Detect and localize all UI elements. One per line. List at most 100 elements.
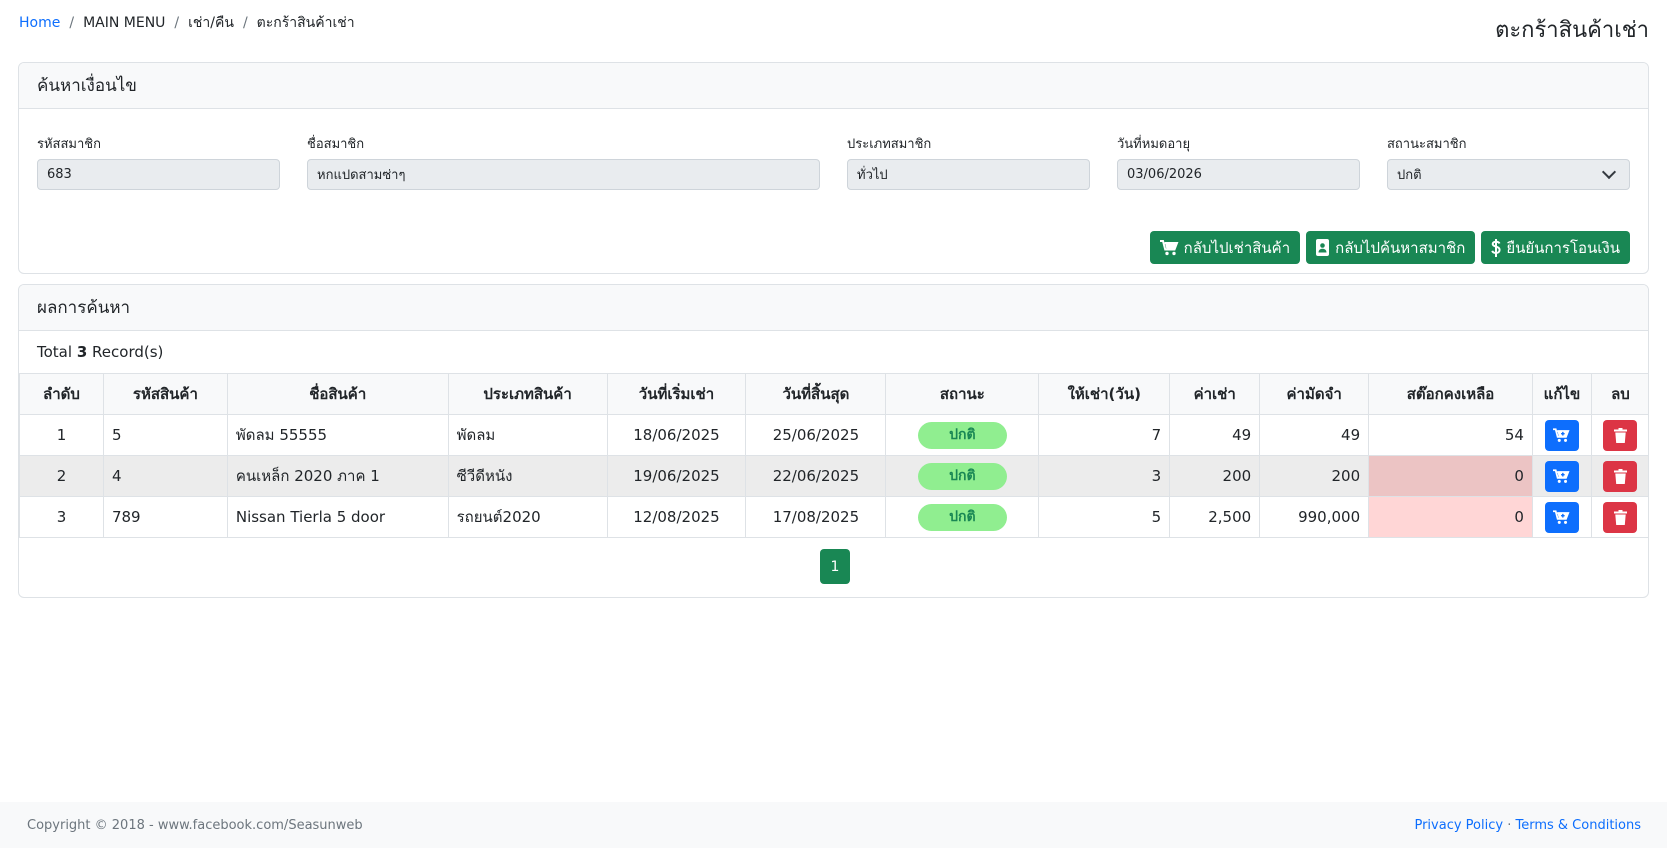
cart-icon bbox=[1159, 239, 1179, 255]
cell-stock: 0 bbox=[1368, 496, 1533, 538]
expiry-date-field[interactable]: 03/06/2026 bbox=[1117, 159, 1360, 190]
breadcrumb-separator: / bbox=[242, 15, 248, 31]
copyright-text: Copyright © 2018 - www.facebook.com/Seas… bbox=[27, 818, 363, 833]
edit-button[interactable] bbox=[1544, 419, 1579, 451]
expiry-date-group: วันที่หมดอายุ 03/06/2026 bbox=[1117, 133, 1360, 190]
column-header: วันที่สิ้นสุด bbox=[745, 373, 887, 415]
edit-button[interactable] bbox=[1544, 501, 1579, 533]
breadcrumb-rent-return[interactable]: เช่า/คืน bbox=[188, 12, 234, 34]
column-header: ประเภทสินค้า bbox=[447, 373, 608, 415]
action-buttons: กลับไปเช่าสินค้า กลับไปค้นหาสมาชิก ยืนยั… bbox=[1149, 231, 1630, 264]
cell-code: 789 bbox=[102, 496, 228, 538]
member-name-field[interactable]: หกแปดสามซ่าๆ bbox=[307, 159, 820, 190]
breadcrumb: Home / MAIN MENU / เช่า/คืน / ตะกร้าสินค… bbox=[19, 12, 355, 34]
page: Home / MAIN MENU / เช่า/คืน / ตะกร้าสินค… bbox=[0, 0, 1667, 848]
cell-status: ปกติ bbox=[885, 496, 1040, 538]
trash-icon bbox=[1613, 427, 1627, 443]
delete-button[interactable] bbox=[1603, 419, 1638, 451]
member-type-group: ประเภทสมาชิก ทั่วไป bbox=[847, 133, 1090, 190]
column-header: ลำดับ bbox=[19, 373, 104, 415]
cell-start-date: 19/06/2025 bbox=[606, 455, 747, 497]
results-card: ผลการค้นหา Total 3 Record(s) ลำดับ รหัสส… bbox=[18, 284, 1649, 598]
cell-code: 5 bbox=[102, 414, 228, 456]
member-type-field[interactable]: ทั่วไป bbox=[847, 159, 1090, 190]
privacy-policy-link[interactable]: Privacy Policy bbox=[1414, 818, 1503, 833]
cell-deposit: 990,000 bbox=[1259, 496, 1370, 538]
member-name-group: ชื่อสมาชิก หกแปดสามซ่าๆ bbox=[307, 133, 820, 190]
confirm-transfer-button[interactable]: ยืนยันการโอนเงิน bbox=[1481, 231, 1630, 264]
status-badge: ปกติ bbox=[917, 462, 1007, 490]
column-header: วันที่เริ่มเช่า bbox=[606, 373, 747, 415]
delete-button[interactable] bbox=[1603, 501, 1638, 533]
cell-rent: 2,500 bbox=[1169, 496, 1261, 538]
expiry-date-label: วันที่หมดอายุ bbox=[1117, 137, 1191, 152]
cart-icon bbox=[1553, 468, 1570, 483]
total-records: Total 3 Record(s) bbox=[37, 343, 163, 361]
member-name-label: ชื่อสมาชิก bbox=[307, 137, 365, 152]
column-header: สต๊อกคงเหลือ bbox=[1368, 373, 1533, 415]
cell-name: พัดลม 55555 bbox=[226, 414, 449, 456]
pagination-page-1[interactable]: 1 bbox=[820, 549, 850, 584]
total-prefix: Total bbox=[37, 343, 73, 361]
cell-end-date: 25/06/2025 bbox=[745, 414, 887, 456]
member-id-label: รหัสสมาชิก bbox=[37, 137, 101, 152]
back-to-rent-button[interactable]: กลับไปเช่าสินค้า bbox=[1149, 231, 1301, 264]
cell-days: 3 bbox=[1038, 455, 1171, 497]
cell-end-date: 22/06/2025 bbox=[745, 455, 887, 497]
footer: Copyright © 2018 - www.facebook.com/Seas… bbox=[0, 802, 1667, 848]
table-header-row: ลำดับ รหัสสินค้า ชื่อสินค้า ประเภทสินค้า… bbox=[19, 373, 1648, 415]
member-status-select[interactable]: ปกติ bbox=[1387, 159, 1630, 190]
cell-type: พัดลม bbox=[447, 414, 608, 456]
address-book-icon bbox=[1316, 239, 1330, 256]
search-card-header: ค้นหาเงื่อนไข bbox=[19, 63, 1648, 109]
member-type-label: ประเภทสมาชิก bbox=[847, 137, 932, 152]
member-id-group: รหัสสมาชิก 683 bbox=[37, 133, 280, 190]
terms-link[interactable]: Terms & Conditions bbox=[1516, 818, 1642, 833]
table-row: 2 4 คนเหล็ก 2020 ภาค 1 ซีวีดีหนัง 19/06/… bbox=[19, 455, 1648, 497]
back-to-rent-label: กลับไปเช่าสินค้า bbox=[1183, 238, 1291, 257]
breadcrumb-separator: / bbox=[174, 15, 180, 31]
search-card: ค้นหาเงื่อนไข รหัสสมาชิก 683 ชื่อสมาชิก … bbox=[18, 62, 1649, 274]
cell-type: ซีวีดีหนัง bbox=[447, 455, 608, 497]
status-badge: ปกติ bbox=[917, 421, 1007, 449]
topbar: Home / MAIN MENU / เช่า/คืน / ตะกร้าสินค… bbox=[19, 0, 1649, 58]
cell-status: ปกติ bbox=[885, 414, 1040, 456]
cell-days: 5 bbox=[1038, 496, 1171, 538]
cart-icon bbox=[1553, 427, 1570, 442]
column-header: ค่ามัดจำ bbox=[1259, 373, 1370, 415]
page-title: ตะกร้าสินค้าเช่า bbox=[1495, 18, 1649, 43]
column-header: ให้เช่า(วัน) bbox=[1038, 373, 1171, 415]
member-form: รหัสสมาชิก 683 ชื่อสมาชิก หกแปดสามซ่าๆ ป… bbox=[37, 133, 1630, 193]
back-to-member-search-button[interactable]: กลับไปค้นหาสมาชิก bbox=[1306, 231, 1476, 264]
cell-edit bbox=[1531, 496, 1592, 538]
cell-days: 7 bbox=[1038, 414, 1171, 456]
table-row: 1 5 พัดลม 55555 พัดลม 18/06/2025 25/06/2… bbox=[19, 414, 1648, 456]
footer-dot: · bbox=[1507, 818, 1512, 833]
results-card-header: ผลการค้นหา bbox=[19, 285, 1648, 331]
edit-button[interactable] bbox=[1544, 460, 1579, 492]
trash-icon bbox=[1613, 509, 1627, 525]
confirm-transfer-label: ยืนยันการโอนเงิน bbox=[1506, 238, 1620, 257]
cell-end-date: 17/08/2025 bbox=[745, 496, 887, 538]
cell-deposit: 200 bbox=[1259, 455, 1370, 497]
cart-icon bbox=[1553, 509, 1570, 524]
breadcrumb-main-menu[interactable]: MAIN MENU bbox=[83, 15, 165, 31]
cell-start-date: 12/08/2025 bbox=[606, 496, 747, 538]
rental-cart-table: ลำดับ รหัสสินค้า ชื่อสินค้า ประเภทสินค้า… bbox=[19, 373, 1648, 538]
cell-no: 3 bbox=[19, 496, 104, 538]
total-suffix: Record(s) bbox=[92, 343, 164, 361]
cell-no: 2 bbox=[19, 455, 104, 497]
cell-edit bbox=[1531, 455, 1592, 497]
member-id-field[interactable]: 683 bbox=[37, 159, 280, 190]
cell-delete bbox=[1590, 414, 1648, 456]
column-header: แก้ไข bbox=[1531, 373, 1592, 415]
breadcrumb-home-link[interactable]: Home bbox=[19, 15, 60, 31]
cell-deposit: 49 bbox=[1259, 414, 1370, 456]
delete-button[interactable] bbox=[1603, 460, 1638, 492]
cell-name: Nissan Tierla 5 door bbox=[226, 496, 449, 538]
table-row: 3 789 Nissan Tierla 5 door รถยนต์2020 12… bbox=[19, 496, 1648, 538]
cell-edit bbox=[1531, 414, 1592, 456]
column-header: ค่าเช่า bbox=[1169, 373, 1261, 415]
cell-start-date: 18/06/2025 bbox=[606, 414, 747, 456]
column-header: ลบ bbox=[1590, 373, 1648, 415]
